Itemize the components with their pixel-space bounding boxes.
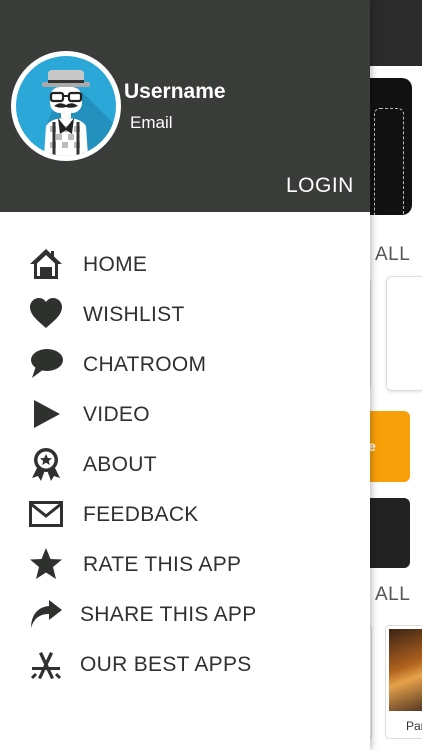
menu-item-share-app[interactable]: SHARE THIS APP xyxy=(0,589,370,639)
menu-item-video[interactable]: VIDEO xyxy=(0,389,370,439)
menu-item-label: CHATROOM xyxy=(83,353,207,376)
avatar[interactable] xyxy=(11,51,121,161)
menu-item-rate-app[interactable]: RATE THIS APP xyxy=(0,539,370,589)
background-card-2[interactable] xyxy=(386,276,422,391)
chat-bubble-icon xyxy=(27,345,65,383)
menu-item-label: HOME xyxy=(83,253,148,276)
menu-item-feedback[interactable]: FEEDBACK xyxy=(0,489,370,539)
menu-item-home[interactable]: HOME xyxy=(0,239,370,289)
navigation-drawer: Username Email LOGIN HOME WISHLIST CHATR… xyxy=(0,0,370,750)
thumbnail-caption: Par xyxy=(406,719,422,733)
email-label: Email xyxy=(130,113,173,132)
menu-item-label: OUR BEST APPS xyxy=(80,653,252,676)
menu-item-wishlist[interactable]: WISHLIST xyxy=(0,289,370,339)
menu-item-about[interactable]: ABOUT xyxy=(0,439,370,489)
menu-item-label: WISHLIST xyxy=(83,303,185,326)
see-all-link-1[interactable]: ALL xyxy=(375,244,410,266)
banner-dashed-outline xyxy=(374,108,404,215)
award-ribbon-icon xyxy=(27,445,65,483)
menu-item-label: VIDEO xyxy=(83,403,150,426)
menu-item-chatroom[interactable]: CHATROOM xyxy=(0,339,370,389)
menu-item-label: FEEDBACK xyxy=(83,503,199,526)
username-label: Username xyxy=(124,80,226,103)
menu-item-label: SHARE THIS APP xyxy=(80,603,257,626)
heart-icon xyxy=(27,295,65,333)
menu-item-best-apps[interactable]: OUR BEST APPS xyxy=(0,639,370,689)
app-store-icon xyxy=(27,645,65,683)
menu-item-label: ABOUT xyxy=(83,453,157,476)
menu-item-label: RATE THIS APP xyxy=(83,553,242,576)
share-arrow-icon xyxy=(27,595,65,633)
see-all-link-2[interactable]: ALL xyxy=(375,584,410,606)
drawer-header: Username Email LOGIN xyxy=(0,0,370,212)
thumbnail-image xyxy=(389,629,422,711)
play-icon xyxy=(27,395,65,433)
home-icon xyxy=(27,245,65,283)
envelope-icon xyxy=(27,495,65,533)
background-thumbnail-2[interactable]: Par xyxy=(385,625,422,739)
star-icon xyxy=(27,545,65,583)
hipster-avatar-icon xyxy=(16,56,116,156)
login-button[interactable]: LOGIN xyxy=(286,174,354,198)
